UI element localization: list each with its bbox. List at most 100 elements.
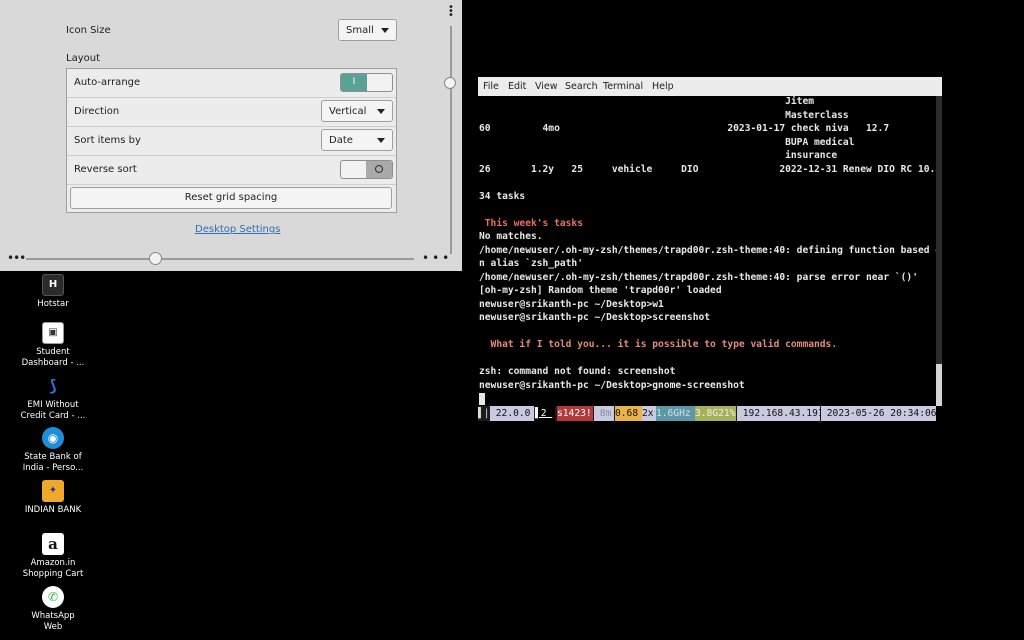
- desktop-icon-whatsapp[interactable]: ✆ WhatsApp Web: [15, 586, 91, 632]
- status-datetime: 2023-05-26 20:34:06: [821, 406, 937, 421]
- desktop-icon-sbi[interactable]: ◉ State Bank of India - Perso...: [15, 427, 91, 473]
- indian-bank-icon: ✦: [42, 480, 64, 502]
- sort-label: Sort items by: [74, 135, 141, 146]
- sort-value: Date: [329, 134, 353, 146]
- menu-file[interactable]: File: [483, 81, 499, 92]
- desktop-icon-label: Hotstar: [37, 299, 69, 309]
- status-version: 22.0.0: [490, 406, 537, 421]
- sbi-icon: ◉: [42, 427, 64, 449]
- status-ip-address: 192.168.43.191: [737, 406, 830, 421]
- terminal-line: newuser@srikanth-pc ~/Desktop>screenshot: [479, 312, 711, 323]
- auto-arrange-row: Auto-arrange I: [67, 69, 396, 98]
- desktop-icon-label: India - Perso...: [22, 462, 84, 473]
- desktop-icon-label: Amazon.in: [30, 558, 76, 568]
- desktop-icon-label: Credit Card - ...: [20, 410, 86, 421]
- horizontal-handle-dots-right[interactable]: •••: [422, 251, 452, 265]
- terminal-line: Jitem: [479, 96, 815, 107]
- terminal-line: newuser@srikanth-pc ~/Desktop>w1: [479, 298, 664, 310]
- whatsapp-icon: ✆: [42, 586, 64, 608]
- terminal-line: Masterclass: [479, 109, 849, 121]
- terminal-window[interactable]: File Edit View Search Terminal Help Jite…: [478, 77, 942, 421]
- status-session: s1423!: [557, 406, 593, 421]
- terminal-line: insurance: [479, 150, 838, 161]
- terminal-line: [oh-my-zsh] Random theme 'trapd00r' load…: [479, 285, 722, 296]
- vertical-scrollbar-knob[interactable]: [444, 77, 456, 89]
- terminal-scrollbar-thumb[interactable]: [936, 364, 942, 406]
- horizontal-handle-dots-left[interactable]: •••: [7, 251, 26, 265]
- horizontal-scrollbar-knob[interactable]: [149, 252, 162, 265]
- sort-row: Sort items by Date: [67, 127, 396, 156]
- status-uptime: 8m: [594, 406, 618, 421]
- auto-arrange-toggle[interactable]: I: [340, 73, 393, 92]
- desktop-icon-label: Web: [43, 621, 63, 632]
- horizontal-scrollbar-track[interactable]: [26, 258, 414, 260]
- status-cpu-freq: 1.6GHz: [656, 406, 697, 421]
- direction-dropdown[interactable]: Vertical: [321, 100, 393, 122]
- terminal-cursor: [479, 393, 485, 405]
- desktop-icon-label: WhatsApp: [31, 611, 75, 621]
- menu-terminal[interactable]: Terminal: [603, 81, 643, 92]
- terminal-line: newuser@srikanth-pc ~/Desktop>gnome-scre…: [479, 379, 745, 391]
- terminal-line: /home/newuser/.oh-my-zsh/themes/trapd00r…: [479, 271, 918, 283]
- desktop-icon-label: EMI Without: [27, 400, 79, 410]
- chevron-down-icon: [377, 109, 385, 114]
- desktop-settings-link[interactable]: Desktop Settings: [195, 224, 280, 235]
- desktop-settings-panel: • • • Icon Size Small Layout Auto-arrange …: [0, 0, 462, 271]
- desktop-icon-student-dashboard[interactable]: ▣ Student Dashboard - ...: [15, 322, 91, 368]
- icon-size-dropdown[interactable]: Small: [338, 19, 397, 41]
- desktop-icon-indian-bank[interactable]: ✦ INDIAN BANK: [15, 480, 91, 516]
- terminal-status-bar: ▌| 22.0.0 ▌2 s1423! 8m 0.68 2x 1.6GHz 3.…: [478, 406, 937, 421]
- amazon-icon: a: [42, 533, 64, 555]
- terminal-line: zsh: command not found: screenshot: [479, 366, 676, 377]
- terminal-line: BUPA medical: [479, 136, 855, 148]
- vertical-scrollbar-track[interactable]: [450, 26, 452, 254]
- desktop-icon-label: INDIAN BANK: [24, 505, 82, 515]
- menu-edit[interactable]: Edit: [508, 81, 526, 92]
- student-dashboard-icon: ▣: [42, 322, 64, 344]
- reset-grid-spacing-button[interactable]: Reset grid spacing: [70, 187, 392, 209]
- status-segment-left-icon: ▌|: [478, 408, 490, 419]
- vertical-handle-dots[interactable]: • • •: [448, 3, 454, 21]
- reverse-sort-label: Reverse sort: [74, 164, 137, 175]
- desktop-icon-label: Shopping Cart: [22, 568, 84, 579]
- icon-size-value: Small: [346, 24, 374, 36]
- terminal-line: 34 tasks: [479, 190, 526, 202]
- status-load: 0.68: [615, 406, 644, 421]
- emi-icon: ⟆: [42, 375, 64, 397]
- terminal-line: This week's tasks: [479, 217, 583, 229]
- terminal-line: /home/newuser/.oh-my-zsh/themes/trapd00r…: [479, 244, 942, 256]
- terminal-line: 26 1.2y 25 vehicle DIO 2022-12-31 Renew …: [479, 163, 942, 175]
- desktop-icon-hotstar[interactable]: H Hotstar: [15, 274, 91, 310]
- toggle-off-ring-icon: [375, 165, 383, 173]
- direction-label: Direction: [74, 106, 120, 117]
- reverse-sort-toggle[interactable]: [340, 160, 393, 179]
- layout-group: Auto-arrange I Direction Vertical Sort i…: [66, 68, 397, 213]
- menu-view[interactable]: View: [535, 81, 558, 92]
- terminal-output[interactable]: Jitem Masterclass 60 4mo 2023-01-17 chec…: [478, 96, 941, 406]
- desktop-icon-label: State Bank of: [24, 452, 82, 462]
- toggle-on-indicator: I: [341, 74, 367, 91]
- chevron-down-icon: [381, 28, 389, 33]
- terminal-line: What if I told you... it is possible to …: [479, 339, 838, 350]
- terminal-menubar: File Edit View Search Terminal Help: [478, 77, 942, 96]
- desktop-icon-label: Dashboard - ...: [21, 357, 85, 368]
- direction-row: Direction Vertical: [67, 98, 396, 127]
- menu-search[interactable]: Search: [565, 81, 598, 92]
- status-memory: 3.8G21%: [695, 406, 736, 421]
- desktop-icon-emi[interactable]: ⟆ EMI Without Credit Card - ...: [15, 375, 91, 421]
- terminal-line: No matches.: [479, 231, 543, 242]
- layout-heading: Layout: [66, 53, 100, 64]
- terminal-line: n alias `zsh_path': [479, 258, 583, 269]
- menu-help[interactable]: Help: [652, 81, 674, 92]
- terminal-line: 60 4mo 2023-01-17 check niva 12.7: [479, 123, 890, 134]
- desktop-icon-amazon[interactable]: a Amazon.in Shopping Cart: [15, 533, 91, 579]
- status-cpu-count: 2x: [642, 406, 656, 421]
- direction-value: Vertical: [329, 105, 367, 117]
- toggle-off-indicator: [366, 161, 392, 178]
- desktop-icon-label: Student: [36, 347, 70, 357]
- chevron-down-icon: [377, 138, 385, 143]
- auto-arrange-label: Auto-arrange: [74, 77, 141, 88]
- sort-dropdown[interactable]: Date: [321, 129, 393, 151]
- status-window-index: ▌2: [535, 406, 555, 421]
- terminal-scrollbar-track[interactable]: [936, 96, 942, 406]
